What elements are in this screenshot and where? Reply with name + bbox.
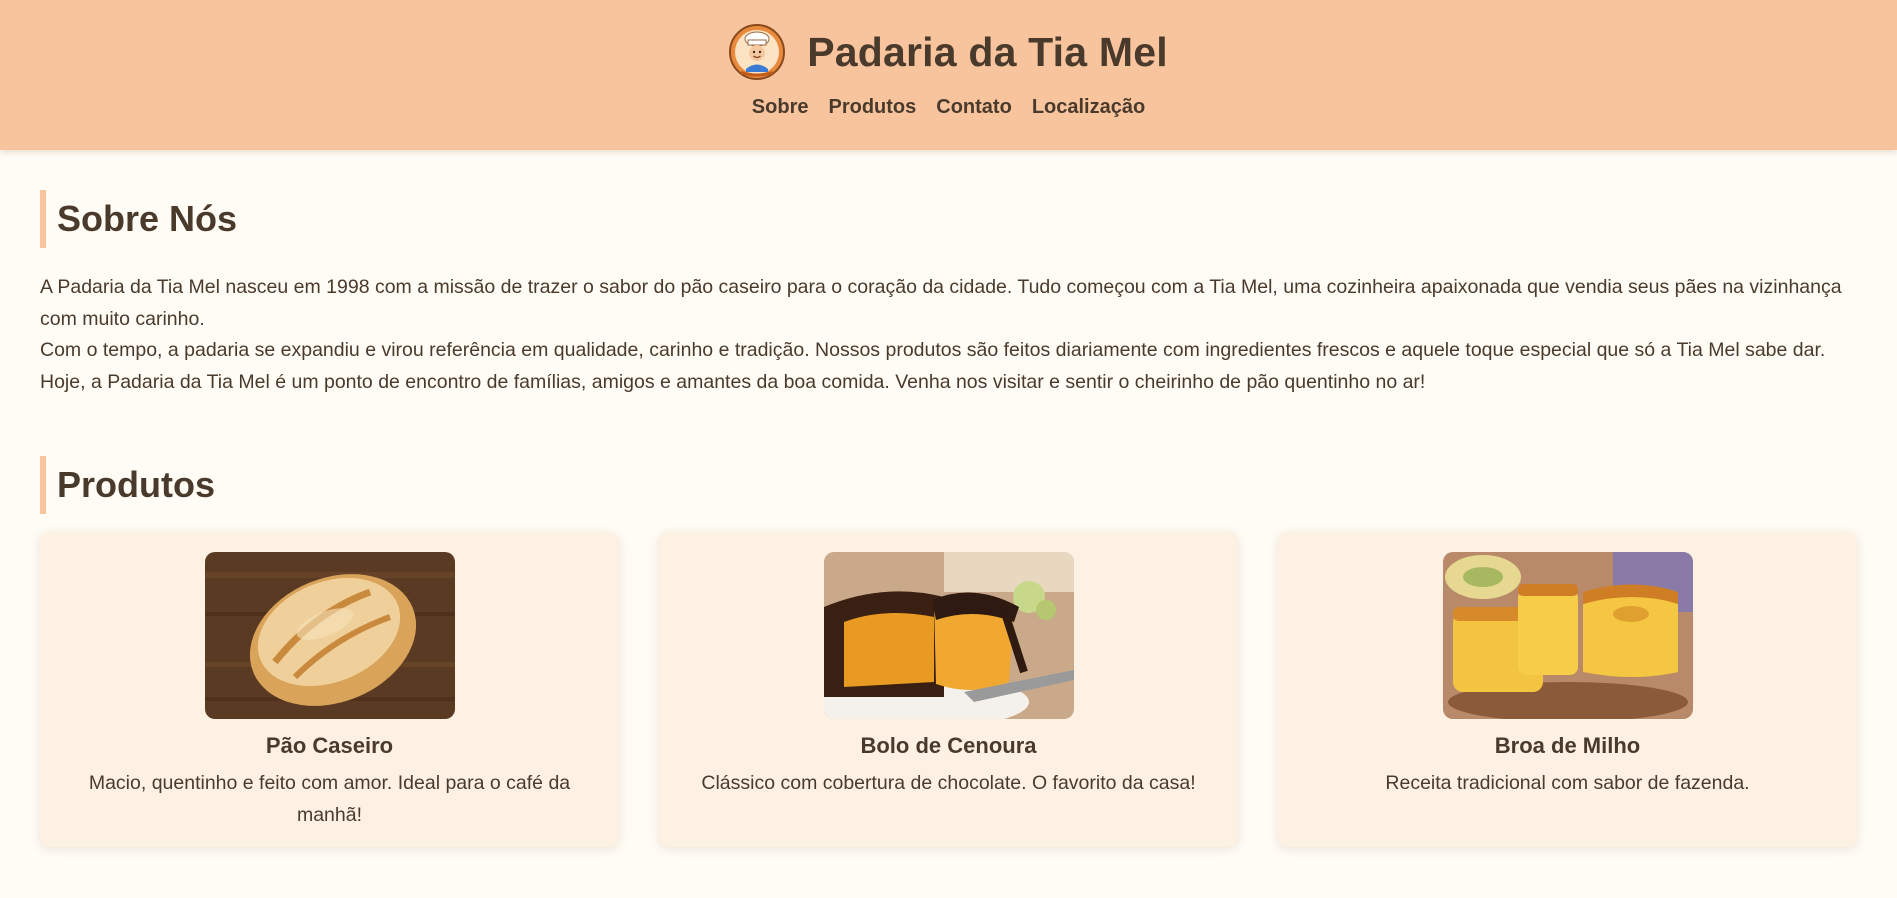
- main-nav: Sobre Produtos Contato Localização: [752, 96, 1145, 119]
- about-section: Sobre Nós A Padaria da Tia Mel nasceu em…: [40, 190, 1857, 398]
- product-card-pao-caseiro: Pão Caseiro Macio, quentinho e feito com…: [40, 532, 619, 847]
- nav-link-produtos[interactable]: Produtos: [828, 96, 916, 119]
- product-card-bolo-de-cenoura: Bolo de Cenoura Clássico com cobertura d…: [659, 532, 1238, 847]
- about-paragraph: A Padaria da Tia Mel nasceu em 1998 com …: [40, 276, 1842, 330]
- product-grid: Pão Caseiro Macio, quentinho e feito com…: [40, 532, 1857, 847]
- site-title: Padaria da Tia Mel: [807, 28, 1168, 75]
- corn-cake-photo: [1442, 552, 1693, 719]
- nav-link-localizacao[interactable]: Localização: [1032, 96, 1145, 119]
- product-name: Broa de Milho: [1494, 733, 1641, 758]
- nav-link-contato[interactable]: Contato: [936, 96, 1012, 119]
- product-description: Clássico com cobertura de chocolate. O f…: [701, 772, 1196, 794]
- main-content: Sobre Nós A Padaria da Tia Mel nasceu em…: [0, 190, 1897, 847]
- about-heading: Sobre Nós: [40, 190, 1857, 248]
- chef-mascot-icon: [729, 24, 786, 80]
- bread-loaf-photo: [204, 552, 455, 719]
- about-paragraph: Hoje, a Padaria da Tia Mel é um ponto de…: [40, 370, 1426, 393]
- product-description: Macio, quentinho e feito com amor. Ideal…: [88, 772, 571, 826]
- about-paragraph: Com o tempo, a padaria se expandiu e vir…: [40, 339, 1826, 361]
- product-name: Pão Caseiro: [265, 733, 394, 758]
- product-description: Receita tradicional com sabor de fazenda…: [1385, 772, 1750, 794]
- brand: Padaria da Tia Mel: [729, 22, 1168, 82]
- products-heading: Produtos: [40, 456, 1857, 514]
- product-name: Bolo de Cenoura: [860, 733, 1037, 758]
- about-text: A Padaria da Tia Mel nasceu em 1998 com …: [40, 272, 1857, 398]
- site-header: Padaria da Tia Mel Sobre Produtos Contat…: [0, 0, 1897, 150]
- products-section: Produtos Pão Caseiro Macio, quentinho e …: [40, 456, 1857, 847]
- product-card-broa-de-milho: Broa de Milho Receita tradicional com sa…: [1278, 532, 1857, 847]
- nav-link-sobre[interactable]: Sobre: [752, 96, 809, 119]
- carrot-cake-photo: [823, 552, 1074, 719]
